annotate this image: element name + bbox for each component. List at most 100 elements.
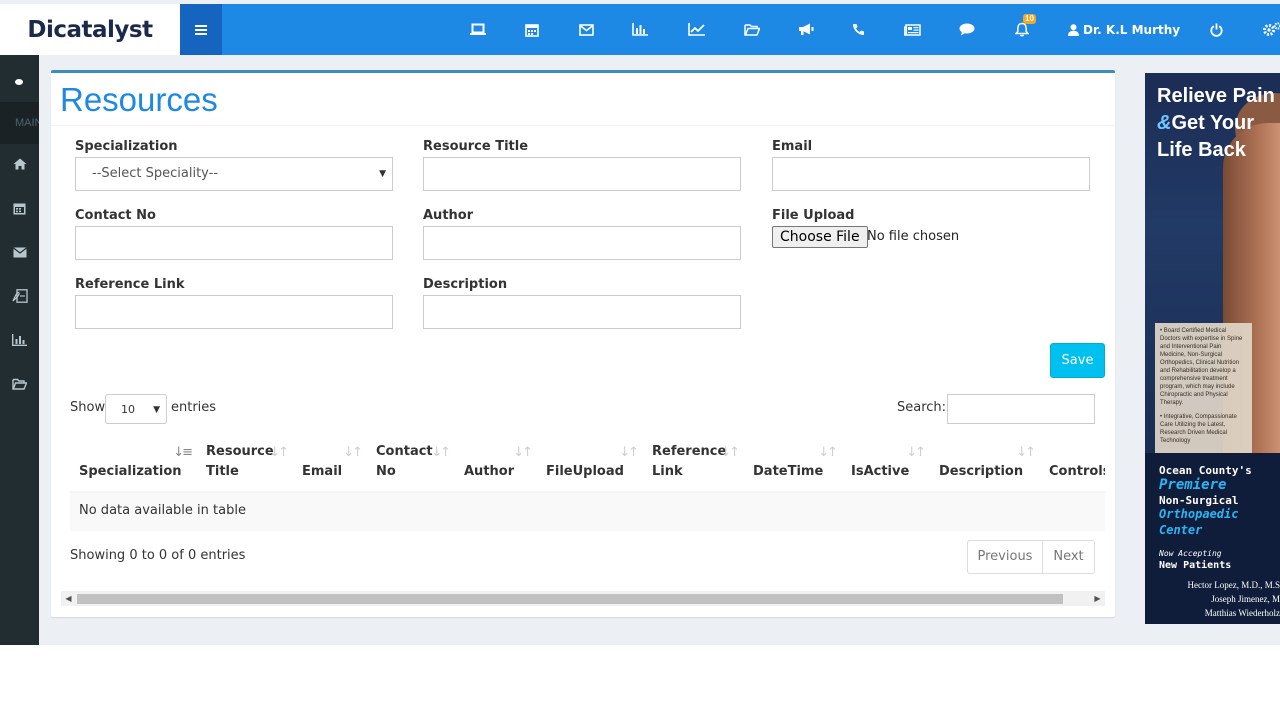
specialization-select-value: --Select Speciality--: [92, 166, 219, 181]
home-icon[interactable]: [0, 142, 39, 186]
calendar-icon[interactable]: [0, 186, 39, 230]
column-header-datetime[interactable]: DateTime ↓↑: [744, 435, 842, 493]
sidebar-header: MAIN: [0, 102, 39, 144]
ad-bullet: • Board Certified Medical Doctors with e…: [1160, 328, 1243, 406]
logo-text: Dicatalyst: [27, 16, 153, 43]
author-input[interactable]: [423, 226, 741, 260]
ad-line: Now Accepting: [1159, 549, 1222, 558]
newspaper-icon[interactable]: [892, 4, 932, 55]
column-header-fileupload[interactable]: FileUpload ↓↑: [537, 435, 643, 493]
calendar-icon[interactable]: [512, 4, 552, 55]
resource-title-input[interactable]: [423, 157, 741, 191]
column-label: Resource Title: [206, 444, 274, 479]
specialization-select[interactable]: --Select Speciality-- ▼: [75, 157, 393, 191]
comment-icon[interactable]: [947, 4, 987, 55]
page-length-value: 10: [121, 403, 135, 416]
bullhorn-icon[interactable]: [786, 4, 826, 55]
envelope-icon[interactable]: [566, 4, 606, 55]
ad-doctor-name: Joseph Jimenez, M: [1211, 594, 1280, 604]
reference-link-label: Reference Link: [75, 277, 185, 292]
column-header-author[interactable]: Author ↓↑: [455, 435, 537, 493]
ad-doctor-name: Matthias Wiederholz: [1204, 608, 1280, 618]
status-dot-icon: [15, 79, 23, 85]
sort-icon: ↓↑: [513, 445, 533, 460]
resources-panel: Resources Specialization --Select Specia…: [51, 70, 1115, 617]
ad-ampersand: &: [1157, 112, 1172, 134]
ad-headline-line-text: Get Your: [1171, 112, 1255, 134]
top-navbar: Dicatalyst 10 Dr. K.L Murthy: [0, 4, 1280, 55]
ad-headline-line: Life Back: [1157, 139, 1246, 161]
ad-bullet: • Integrative, Compassionate Care Utiliz…: [1160, 414, 1237, 444]
sort-icon: ↓↑: [343, 445, 363, 460]
column-header-contact-no[interactable]: Contact No ↓↑: [367, 435, 455, 493]
column-label: Description: [939, 464, 1024, 479]
file-upload-label: File Upload: [772, 208, 855, 223]
sort-asc-icon: ↓≡: [173, 445, 193, 460]
choose-file-button[interactable]: Choose File: [772, 226, 868, 248]
show-label: Show: [70, 400, 106, 415]
search-label: Search:: [897, 400, 947, 415]
ad-line: Orthopaedic: [1159, 507, 1239, 521]
scrollbar-thumb[interactable]: [77, 594, 1063, 604]
resource-title-label: Resource Title: [423, 139, 529, 154]
bar-chart-icon[interactable]: [620, 4, 660, 55]
column-label: Reference Link: [652, 444, 727, 479]
ad-doctor-name: Hector Lopez, M.D., M.S: [1187, 580, 1280, 590]
scroll-right-icon[interactable]: ▶: [1090, 591, 1105, 606]
email-input[interactable]: [772, 157, 1090, 191]
phone-icon[interactable]: [838, 4, 878, 55]
reference-link-input[interactable]: [75, 295, 393, 329]
hamburger-icon: [195, 24, 207, 35]
contact-no-input[interactable]: [75, 226, 393, 260]
column-header-description[interactable]: Description ↓↑: [930, 435, 1040, 493]
ad-line: Non-Surgical: [1159, 494, 1239, 507]
ad-line: Ocean County's: [1159, 464, 1252, 477]
user-icon: [1068, 23, 1079, 36]
app-root: Dicatalyst 10 Dr. K.L Murthy MAIN Resour…: [0, 0, 1280, 645]
sort-icon: ↓↑: [1016, 445, 1036, 460]
column-header-isactive[interactable]: IsActive ↓↑: [842, 435, 930, 493]
column-header-reference-link[interactable]: Reference Link ↓↑: [643, 435, 744, 493]
user-menu[interactable]: Dr. K.L Murthy: [1068, 4, 1180, 55]
table-info: Showing 0 to 0 of 0 entries: [70, 548, 246, 563]
column-header-specialization[interactable]: Specialization ↓≡: [70, 435, 197, 493]
envelope-icon[interactable]: [0, 230, 39, 274]
desktop-icon[interactable]: [458, 4, 498, 55]
power-icon[interactable]: [1196, 4, 1236, 55]
line-chart-icon[interactable]: [676, 4, 716, 55]
column-header-controls[interactable]: Controls: [1040, 435, 1105, 493]
folder-open-icon[interactable]: [732, 4, 772, 55]
column-header-resource-title[interactable]: Resource Title ↓↑: [197, 435, 293, 493]
folder-open-icon[interactable]: [0, 362, 39, 406]
column-header-email[interactable]: Email ↓↑: [293, 435, 367, 493]
ad-line: New Patients: [1159, 560, 1232, 571]
ad-headline-line: Relieve Pain: [1157, 85, 1275, 107]
bar-chart-icon[interactable]: [0, 318, 39, 362]
column-label: Controls: [1049, 464, 1105, 479]
scroll-left-icon[interactable]: ◀: [61, 591, 76, 606]
ad-headline-line: &Get Your: [1157, 110, 1275, 137]
column-label: FileUpload: [546, 464, 624, 479]
next-page-button[interactable]: Next: [1042, 540, 1095, 574]
sort-icon: ↓↑: [269, 445, 289, 460]
table-search-input[interactable]: [947, 394, 1095, 424]
description-input[interactable]: [423, 295, 741, 329]
contact-no-label: Contact No: [75, 208, 156, 223]
sort-icon: ↓↑: [906, 445, 926, 460]
user-name: Dr. K.L Murthy: [1083, 22, 1181, 37]
horizontal-scrollbar[interactable]: ◀ ▶: [61, 591, 1105, 606]
advertisement-banner[interactable]: Relieve Pain &Get Your Life Back • Board…: [1145, 73, 1280, 624]
description-label: Description: [423, 277, 508, 292]
previous-page-button[interactable]: Previous: [967, 540, 1043, 574]
ad-line: Center: [1159, 523, 1203, 537]
ad-info-box: • Board Certified Medical Doctors with e…: [1155, 323, 1252, 458]
page-length-select[interactable]: 10 ▼: [105, 394, 167, 424]
sidebar-toggle-button[interactable]: [180, 4, 222, 55]
gears-icon[interactable]: [1252, 4, 1280, 55]
file-pdf-icon[interactable]: [0, 274, 39, 318]
bell-icon[interactable]: 10: [1002, 4, 1042, 55]
logo[interactable]: Dicatalyst: [0, 4, 180, 55]
table-row: No data available in table: [70, 493, 1105, 531]
caret-down-icon: ▼: [153, 405, 160, 415]
save-button[interactable]: Save: [1050, 343, 1105, 378]
